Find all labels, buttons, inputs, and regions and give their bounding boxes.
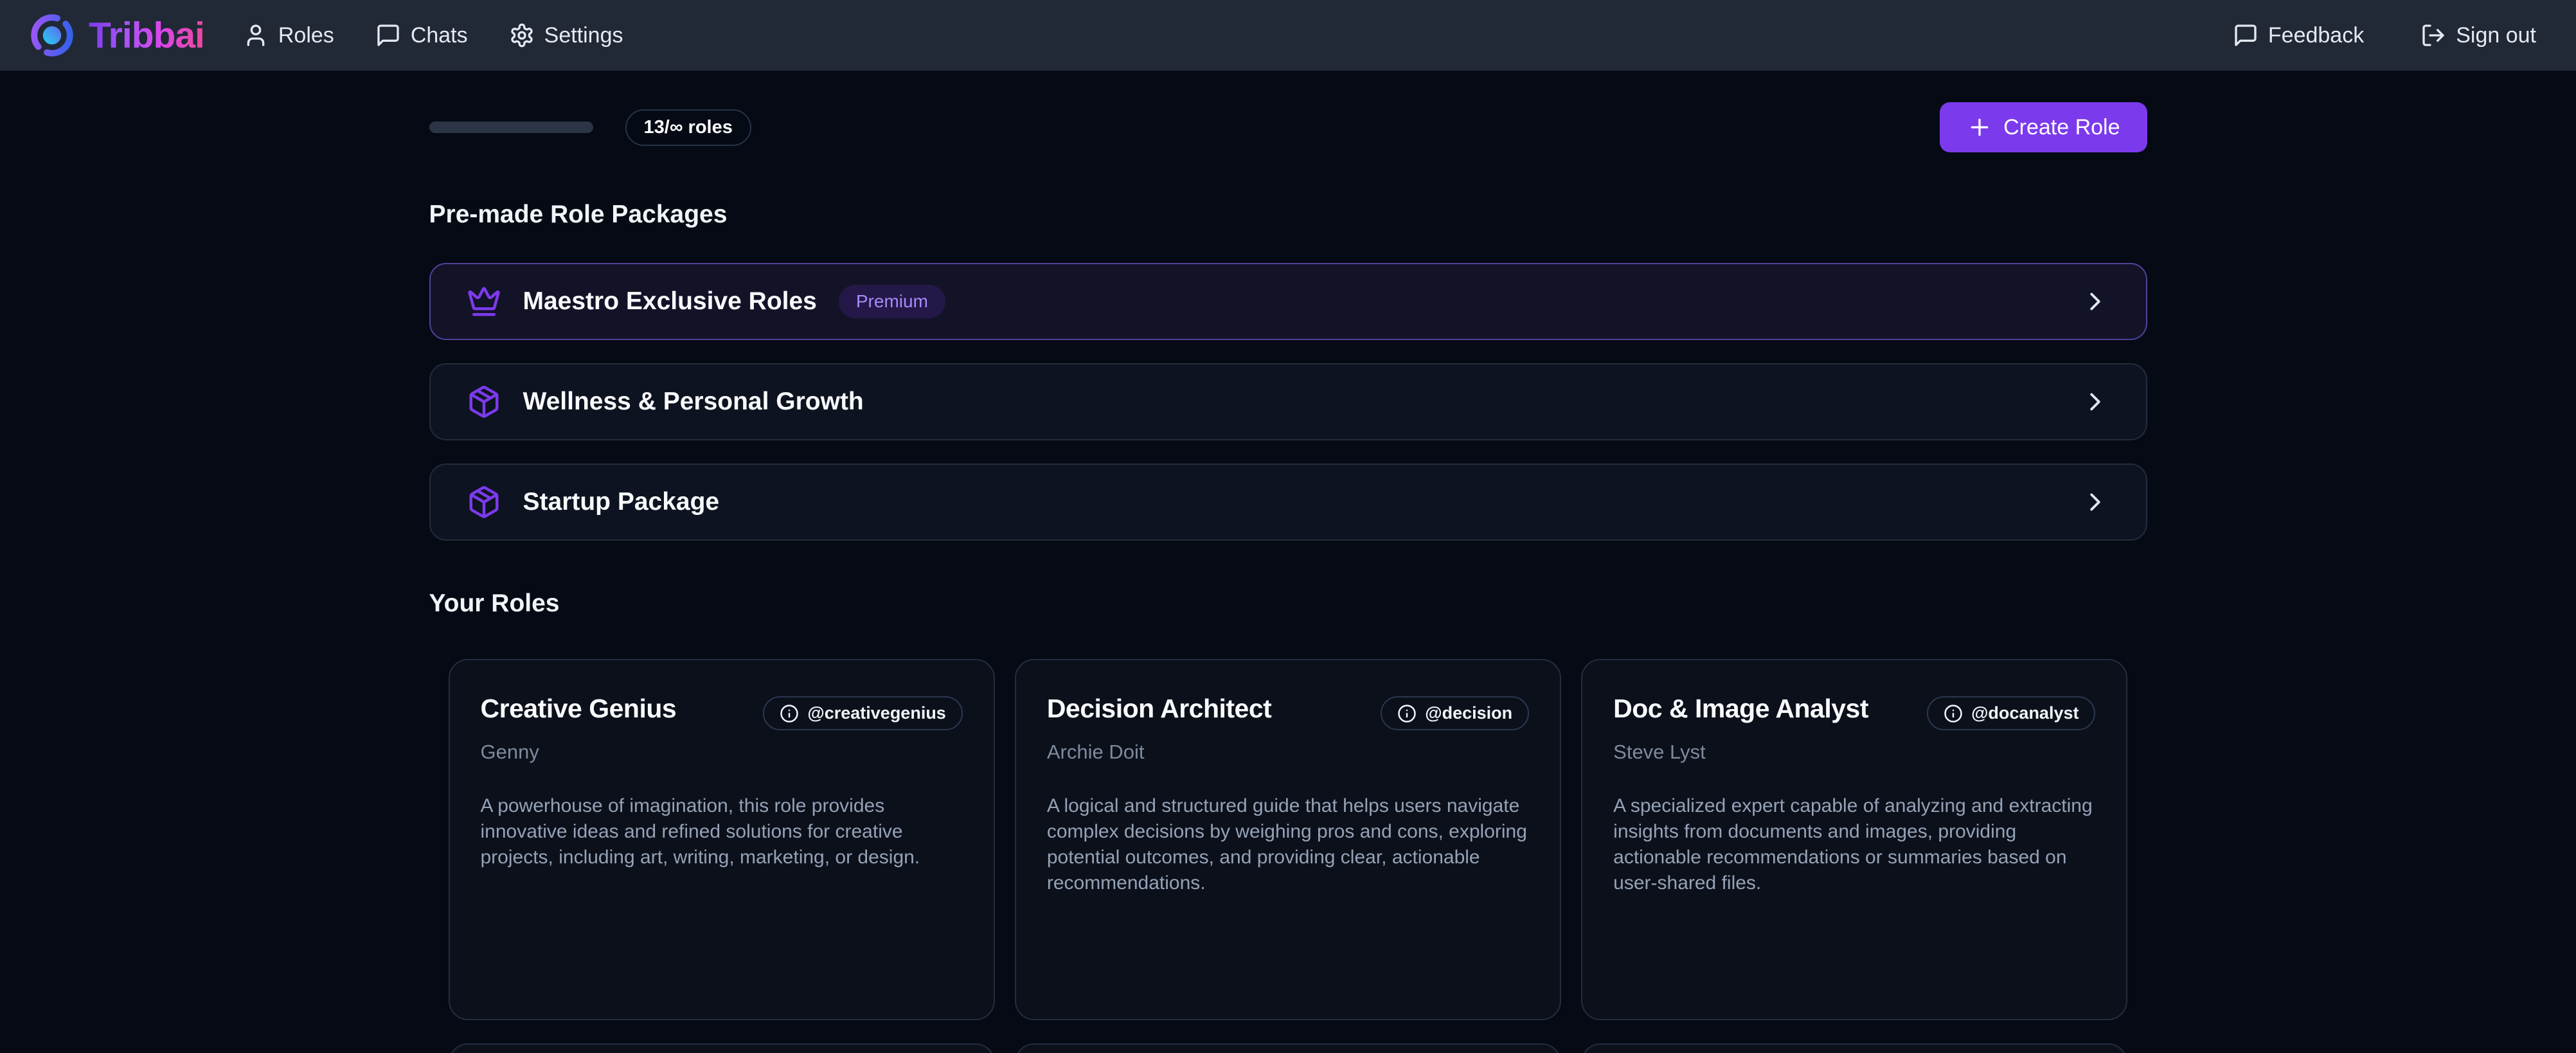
role-handle-badge[interactable]: @decision (1381, 696, 1529, 730)
brand-logo[interactable]: Tribbai (28, 12, 204, 59)
roles-toolbar: 13/∞ roles Create Role (429, 102, 2147, 152)
nav-item-label: Settings (544, 23, 623, 48)
create-role-button[interactable]: Create Role (1940, 102, 2147, 152)
nav-item-feedback[interactable]: Feedback (2233, 22, 2364, 48)
create-role-label: Create Role (2003, 115, 2120, 140)
role-card-partial[interactable] (449, 1043, 995, 1053)
card-header: Doc & Image Analyst @docanalyst (1613, 694, 2095, 730)
chevron-right-icon (2080, 287, 2110, 316)
package-row-maestro[interactable]: Maestro Exclusive Roles Premium (429, 263, 2147, 340)
role-card-doc-image-analyst[interactable]: Doc & Image Analyst @docanalyst Steve Ly… (1581, 659, 2127, 1020)
package-title: Startup Package (523, 488, 720, 516)
nav-item-roles[interactable]: Roles (243, 22, 334, 48)
premium-badge: Premium (839, 285, 945, 318)
chevron-right-icon (2080, 487, 2110, 517)
info-icon (1944, 704, 1963, 723)
nav-item-label: Chats (411, 23, 468, 48)
gear-icon (509, 22, 535, 48)
info-icon (1397, 704, 1417, 723)
crown-icon (467, 284, 501, 319)
top-nav: Tribbai Roles Chats Settings Feedba (0, 0, 2576, 71)
package-title: Maestro Exclusive Roles (523, 287, 817, 316)
role-description: A powerhouse of imagination, this role p… (481, 793, 963, 870)
logout-icon (2420, 22, 2446, 48)
plus-icon (1967, 114, 1992, 140)
roles-count-badge: 13/∞ roles (625, 109, 751, 146)
tribbai-logo-icon (28, 12, 76, 59)
nav-item-label: Feedback (2268, 23, 2364, 48)
card-header: Creative Genius @creativegenius (481, 694, 963, 730)
info-icon (780, 704, 799, 723)
nav-item-label: Sign out (2456, 23, 2536, 48)
role-handle: @creativegenius (807, 703, 945, 723)
role-handle: @decision (1425, 703, 1512, 723)
role-handle: @docanalyst (1971, 703, 2079, 723)
role-handle-badge[interactable]: @docanalyst (1927, 696, 2095, 730)
nav-item-settings[interactable]: Settings (509, 22, 623, 48)
roles-progress-bar (429, 122, 593, 133)
role-title: Decision Architect (1047, 694, 1271, 724)
role-card-creative-genius[interactable]: Creative Genius @creativegenius Genny A … (449, 659, 995, 1020)
user-icon (243, 22, 269, 48)
role-title: Doc & Image Analyst (1613, 694, 1868, 724)
main-content: 13/∞ roles Create Role Pre-made Role Pac… (429, 102, 2147, 1053)
package-icon (467, 485, 501, 519)
packages-heading: Pre-made Role Packages (429, 201, 2147, 229)
nav-right: Feedback Sign out (2233, 22, 2548, 48)
role-description: A specialized expert capable of analyzin… (1613, 793, 2095, 896)
role-card-partial[interactable] (1581, 1043, 2127, 1053)
your-roles-heading: Your Roles (429, 590, 2147, 618)
card-header: Decision Architect @decision (1047, 694, 1529, 730)
package-row-wellness[interactable]: Wellness & Personal Growth (429, 363, 2147, 440)
role-card-partial[interactable] (1015, 1043, 1561, 1053)
roles-card-grid: Creative Genius @creativegenius Genny A … (429, 659, 2147, 1053)
role-handle-badge[interactable]: @creativegenius (763, 696, 962, 730)
nav-item-chats[interactable]: Chats (375, 22, 468, 48)
role-persona: Steve Lyst (1613, 741, 2095, 764)
package-title: Wellness & Personal Growth (523, 388, 864, 416)
nav-item-label: Roles (278, 23, 334, 48)
package-row-startup[interactable]: Startup Package (429, 464, 2147, 541)
role-persona: Archie Doit (1047, 741, 1529, 764)
brand-name: Tribbai (89, 14, 204, 57)
nav-item-sign-out[interactable]: Sign out (2420, 22, 2536, 48)
chevron-right-icon (2080, 387, 2110, 417)
chat-icon (375, 22, 401, 48)
role-title: Creative Genius (481, 694, 677, 724)
package-icon (467, 384, 501, 419)
role-persona: Genny (481, 741, 963, 764)
chat-icon (2233, 22, 2258, 48)
role-card-decision-architect[interactable]: Decision Architect @decision Archie Doit… (1015, 659, 1561, 1020)
nav-left: Roles Chats Settings (243, 22, 623, 48)
role-description: A logical and structured guide that help… (1047, 793, 1529, 896)
